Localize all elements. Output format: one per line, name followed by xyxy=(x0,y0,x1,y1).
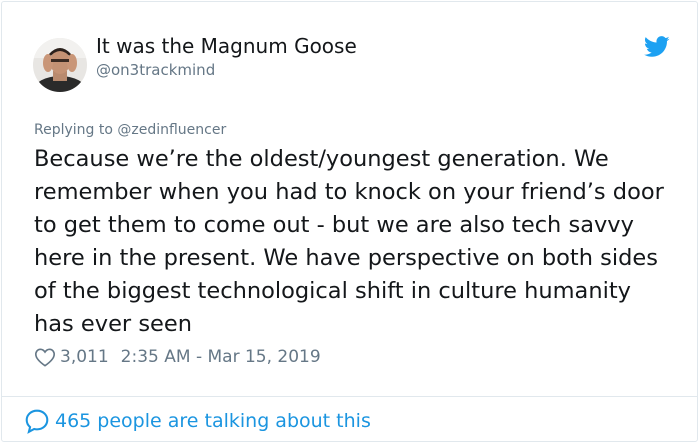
tweet-timestamp[interactable]: 2:35 AM - Mar 15, 2019 xyxy=(121,347,321,367)
avatar[interactable] xyxy=(33,38,87,92)
tweet-text: Because we’re the oldest/youngest genera… xyxy=(34,146,664,337)
like-count[interactable]: 3,011 xyxy=(60,347,109,367)
divider xyxy=(2,396,697,397)
replying-to[interactable]: Replying to @zedinfluencer xyxy=(34,121,226,139)
tweet-card: It was the Magnum Goose @on3trackmind Re… xyxy=(1,1,698,442)
speech-bubble-icon xyxy=(25,409,49,434)
tweet-meta: 3,011 2:35 AM - Mar 15, 2019 xyxy=(34,345,321,369)
avatar-photo xyxy=(33,38,87,92)
conversation-link[interactable]: 465 people are talking about this xyxy=(24,407,371,435)
user-handle[interactable]: @on3trackmind xyxy=(96,60,215,80)
twitter-bird-icon[interactable] xyxy=(644,36,670,58)
heart-icon[interactable] xyxy=(34,347,56,367)
conversation-text[interactable]: 465 people are talking about this xyxy=(55,410,371,432)
display-name[interactable]: It was the Magnum Goose xyxy=(96,33,357,59)
